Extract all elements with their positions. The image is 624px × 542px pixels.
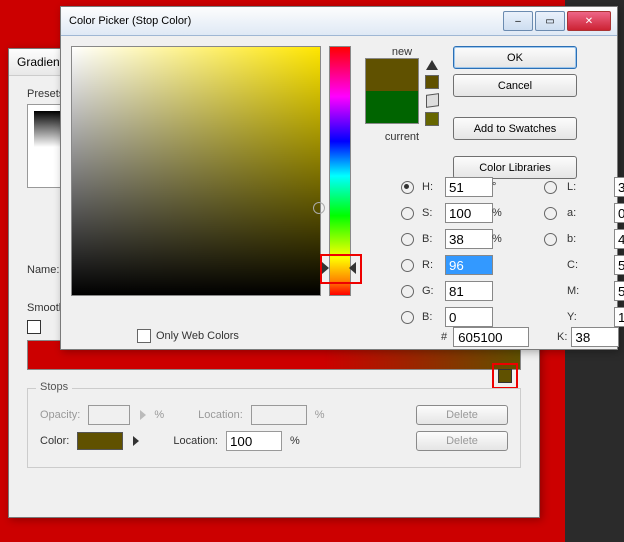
input-a[interactable] xyxy=(614,203,624,223)
add-to-swatches-button[interactable]: Add to Swatches xyxy=(453,117,577,140)
close-button[interactable]: ✕ xyxy=(567,11,611,31)
radio-r[interactable] xyxy=(401,259,414,272)
opacity-stepper xyxy=(140,410,146,420)
input-k[interactable] xyxy=(571,327,619,347)
ok-button[interactable]: OK xyxy=(453,46,577,69)
label-l: L: xyxy=(567,181,611,193)
input-y[interactable] xyxy=(614,307,624,327)
only-web-colors-label: Only Web Colors xyxy=(156,330,239,342)
opacity-label: Opacity: xyxy=(40,409,80,421)
input-g[interactable] xyxy=(445,281,493,301)
label-s: S: xyxy=(422,207,442,219)
label-k: K: xyxy=(557,331,567,343)
current-label: current xyxy=(385,131,419,143)
label-g: G: xyxy=(422,285,442,297)
input-l[interactable] xyxy=(614,177,624,197)
label-y: Y: xyxy=(567,311,611,323)
unit-h: ° xyxy=(492,181,508,193)
input-brgb[interactable] xyxy=(445,307,493,327)
input-r[interactable] xyxy=(445,255,493,275)
radio-g[interactable] xyxy=(401,285,414,298)
maximize-button[interactable]: ▭ xyxy=(535,11,565,31)
location2-label: Location: xyxy=(173,435,218,447)
opacity-input xyxy=(88,405,130,425)
gamut-swatch[interactable] xyxy=(425,75,439,89)
radio-s[interactable] xyxy=(401,207,414,220)
stops-legend: Stops xyxy=(36,381,72,393)
sv-cursor[interactable] xyxy=(313,202,325,214)
highlight-stop xyxy=(492,363,518,389)
delete-color-stop-button: Delete xyxy=(416,431,508,451)
hex-input[interactable] xyxy=(453,327,529,347)
color-picker-title: Color Picker (Stop Color) xyxy=(69,15,191,27)
opacity-stop-top[interactable] xyxy=(27,320,41,334)
color-label: Color: xyxy=(40,435,69,447)
name-label: Name: xyxy=(27,264,59,276)
location2-unit: % xyxy=(290,435,300,447)
color-picker-dialog: Color Picker (Stop Color) – ▭ ✕ new xyxy=(60,6,618,350)
stop-color-chip[interactable] xyxy=(77,432,123,450)
location1-input xyxy=(251,405,307,425)
color-picker-titlebar[interactable]: Color Picker (Stop Color) – ▭ ✕ xyxy=(61,7,617,36)
opacity-unit: % xyxy=(154,409,164,421)
radio-blab[interactable] xyxy=(544,233,557,246)
unit-s: % xyxy=(492,207,508,219)
highlight-hue xyxy=(320,254,362,284)
gamut-warning-icon[interactable] xyxy=(426,60,438,70)
unit-bhsb: % xyxy=(492,233,508,245)
only-web-colors-checkbox[interactable] xyxy=(137,329,151,343)
location2-input[interactable] xyxy=(226,431,282,451)
cancel-button[interactable]: Cancel xyxy=(453,74,577,97)
minimize-button[interactable]: – xyxy=(503,11,533,31)
location1-unit: % xyxy=(315,409,325,421)
color-stepper[interactable] xyxy=(133,436,139,446)
input-h[interactable] xyxy=(445,177,493,197)
new-label: new xyxy=(392,46,412,58)
preview-new xyxy=(366,59,418,91)
input-bhsb[interactable] xyxy=(445,229,493,249)
location1-label: Location: xyxy=(198,409,243,421)
stops-group: Stops Opacity: % Location: % Delete Colo… xyxy=(27,388,521,468)
input-s[interactable] xyxy=(445,203,493,223)
input-m[interactable] xyxy=(614,281,624,301)
color-libraries-button[interactable]: Color Libraries xyxy=(453,156,577,179)
label-brgb: B: xyxy=(422,311,442,323)
label-bhsb: B: xyxy=(422,233,442,245)
hex-label: # xyxy=(441,331,447,343)
radio-h[interactable] xyxy=(401,181,414,194)
saturation-value-field[interactable] xyxy=(71,46,321,296)
color-preview[interactable] xyxy=(365,58,419,124)
label-blab: b: xyxy=(567,233,611,245)
input-c[interactable] xyxy=(614,255,624,275)
websafe-swatch[interactable] xyxy=(425,112,439,126)
radio-l[interactable] xyxy=(544,181,557,194)
websafe-warning-icon[interactable] xyxy=(426,93,439,108)
radio-bhsb[interactable] xyxy=(401,233,414,246)
label-h: H: xyxy=(422,181,442,193)
preview-current xyxy=(366,91,418,123)
delete-opacity-stop-button: Delete xyxy=(416,405,508,425)
label-a: a: xyxy=(567,207,611,219)
label-r: R: xyxy=(422,259,442,271)
label-c: C: xyxy=(567,259,611,271)
radio-a[interactable] xyxy=(544,207,557,220)
input-blab[interactable] xyxy=(614,229,624,249)
color-values-grid: H: ° L: S:% a: B:% b: R: C: G: M: B: Y: xyxy=(401,177,624,327)
label-m: M: xyxy=(567,285,611,297)
radio-brgb[interactable] xyxy=(401,311,414,324)
